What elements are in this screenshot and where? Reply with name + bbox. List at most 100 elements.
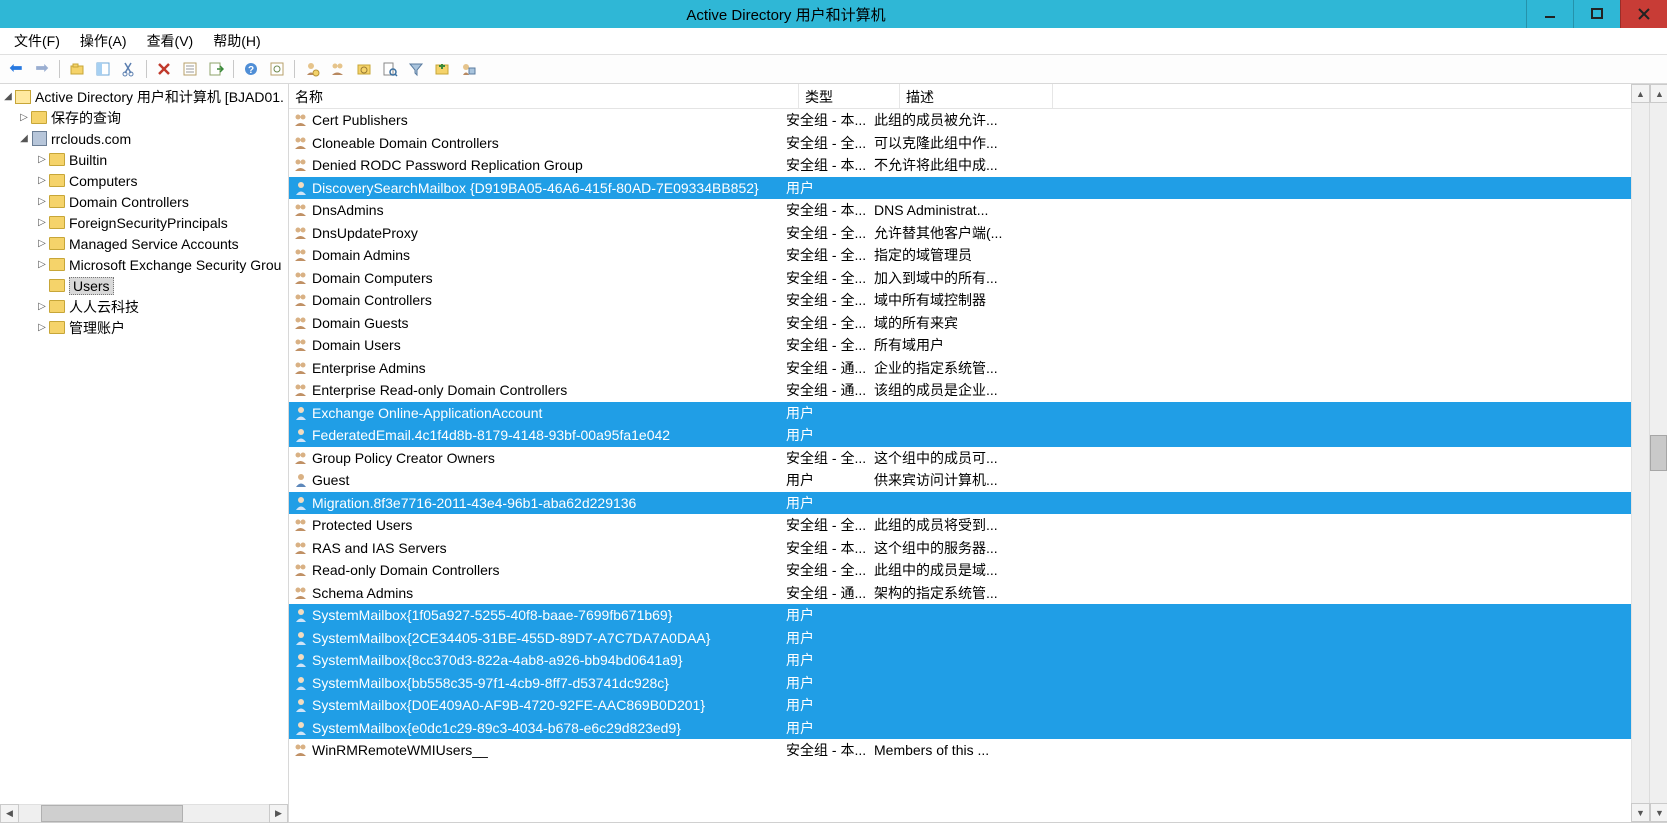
tree-domain-controllers[interactable]: ▷ Domain Controllers — [0, 191, 288, 212]
nav-back-button[interactable]: ⬅ — [4, 57, 28, 81]
list-row[interactable]: SystemMailbox{e0dc1c29-89c3-4034-b678-e6… — [289, 717, 1631, 740]
tree-builtin[interactable]: ▷ Builtin — [0, 149, 288, 170]
new-group-button[interactable] — [326, 57, 350, 81]
collapse-icon[interactable]: ◢ — [18, 133, 30, 144]
list-row[interactable]: DiscoverySearchMailbox {D919BA05-46A6-41… — [289, 177, 1631, 200]
list-row[interactable]: SystemMailbox{bb558c35-97f1-4cb9-8ff7-d5… — [289, 672, 1631, 695]
list-row[interactable]: Read-only Domain Controllers安全组 - 全...此组… — [289, 559, 1631, 582]
console-tree[interactable]: ◢ Active Directory 用户和计算机 [BJAD01. ▷ 保存的… — [0, 84, 288, 804]
scroll-left-button[interactable]: ◀ — [0, 804, 19, 823]
expand-icon[interactable]: ▷ — [36, 217, 48, 228]
menu-view[interactable]: 查看(V) — [139, 29, 202, 53]
list-row[interactable]: RAS and IAS Servers安全组 - 本...这个组中的服务器... — [289, 537, 1631, 560]
folder-icon — [49, 152, 65, 168]
export-list-button[interactable] — [204, 57, 228, 81]
expand-icon[interactable]: ▷ — [36, 259, 48, 270]
scroll-right-button[interactable]: ▶ — [269, 804, 288, 823]
member-of-button[interactable] — [456, 57, 480, 81]
find-button[interactable] — [378, 57, 402, 81]
list-rows[interactable]: Cert Publishers安全组 - 本...此组的成员被允许...Clon… — [289, 109, 1631, 822]
scroll-down-button[interactable]: ▼ — [1650, 803, 1667, 822]
list-row[interactable]: Domain Users安全组 - 全...所有域用户 — [289, 334, 1631, 357]
list-row[interactable]: Enterprise Read-only Domain Controllers安… — [289, 379, 1631, 402]
list-row[interactable]: Protected Users安全组 - 全...此组的成员将受到... — [289, 514, 1631, 537]
column-header-name[interactable]: 名称 — [289, 84, 799, 108]
list-row[interactable]: Domain Guests安全组 - 全...域的所有来宾 — [289, 312, 1631, 335]
list-row[interactable]: DnsUpdateProxy安全组 - 全...允许替其他客户端(... — [289, 222, 1631, 245]
up-level-button[interactable] — [65, 57, 89, 81]
filter-button[interactable] — [404, 57, 428, 81]
show-hide-console-tree-button[interactable] — [91, 57, 115, 81]
cut-button[interactable] — [117, 57, 141, 81]
outer-vertical-scrollbar[interactable]: ▲ ▼ — [1649, 84, 1667, 822]
scroll-thumb[interactable] — [41, 805, 183, 822]
list-row[interactable]: Domain Controllers安全组 - 全...域中所有域控制器 — [289, 289, 1631, 312]
tree-root[interactable]: ◢ Active Directory 用户和计算机 [BJAD01. — [0, 86, 288, 107]
list-row[interactable]: Cert Publishers安全组 - 本...此组的成员被允许... — [289, 109, 1631, 132]
scroll-down-button[interactable]: ▼ — [1631, 803, 1650, 822]
tree-renren[interactable]: ▷ 人人云科技 — [0, 296, 288, 317]
tree-users[interactable]: ▷ Users — [0, 275, 288, 296]
nav-forward-button[interactable]: ➡ — [30, 57, 54, 81]
window-close-button[interactable] — [1620, 0, 1667, 28]
tree-mesg[interactable]: ▷ Microsoft Exchange Security Grou — [0, 254, 288, 275]
refresh-button[interactable] — [265, 57, 289, 81]
scroll-up-button[interactable]: ▲ — [1631, 84, 1650, 103]
group-icon — [293, 742, 309, 758]
folder-icon — [31, 110, 47, 126]
expand-icon[interactable]: ▷ — [18, 112, 30, 123]
scroll-thumb[interactable] — [1650, 435, 1667, 471]
tree-guanli[interactable]: ▷ 管理账户 — [0, 317, 288, 338]
window-minimize-button[interactable] — [1526, 0, 1573, 28]
list-row[interactable]: Cloneable Domain Controllers安全组 - 全...可以… — [289, 132, 1631, 155]
help-button[interactable]: ? — [239, 57, 263, 81]
collapse-icon[interactable]: ◢ — [2, 91, 14, 102]
expand-icon[interactable]: ▷ — [36, 322, 48, 333]
menu-help[interactable]: 帮助(H) — [205, 29, 268, 53]
list-row[interactable]: FederatedEmail.4c1f4d8b-8179-4148-93bf-0… — [289, 424, 1631, 447]
new-ou-button[interactable] — [352, 57, 376, 81]
expand-icon[interactable]: ▷ — [36, 301, 48, 312]
list-row[interactable]: Schema Admins安全组 - 通...架构的指定系统管... — [289, 582, 1631, 605]
list-vertical-scrollbar[interactable]: ▲ ▼ — [1631, 84, 1649, 822]
list-row[interactable]: SystemMailbox{1f05a927-5255-40f8-baae-76… — [289, 604, 1631, 627]
list-row[interactable]: Enterprise Admins安全组 - 通...企业的指定系统管... — [289, 357, 1631, 380]
scroll-track[interactable] — [1650, 103, 1667, 803]
expand-icon[interactable]: ▷ — [36, 154, 48, 165]
scroll-track[interactable] — [19, 805, 269, 822]
row-name: DiscoverySearchMailbox {D919BA05-46A6-41… — [312, 180, 786, 196]
list-row[interactable]: SystemMailbox{D0E409A0-AF9B-4720-92FE-AA… — [289, 694, 1631, 717]
menu-action[interactable]: 操作(A) — [72, 29, 135, 53]
tree-horizontal-scrollbar[interactable]: ◀ ▶ — [0, 804, 288, 822]
menu-file[interactable]: 文件(F) — [6, 29, 68, 53]
expand-icon[interactable]: ▷ — [36, 238, 48, 249]
list-row[interactable]: Domain Computers安全组 - 全...加入到域中的所有... — [289, 267, 1631, 290]
expand-icon[interactable]: ▷ — [36, 196, 48, 207]
properties-button[interactable] — [178, 57, 202, 81]
window-maximize-button[interactable] — [1573, 0, 1620, 28]
tree-domain[interactable]: ◢ rrclouds.com — [0, 128, 288, 149]
tree-saved-queries[interactable]: ▷ 保存的查询 — [0, 107, 288, 128]
list-row[interactable]: SystemMailbox{8cc370d3-822a-4ab8-a926-bb… — [289, 649, 1631, 672]
new-user-button[interactable] — [300, 57, 324, 81]
add-criteria-button[interactable] — [430, 57, 454, 81]
title-bar[interactable]: Active Directory 用户和计算机 — [0, 0, 1667, 28]
column-header-desc[interactable]: 描述 — [900, 84, 1053, 108]
list-row[interactable]: Domain Admins安全组 - 全...指定的域管理员 — [289, 244, 1631, 267]
list-row[interactable]: Denied RODC Password Replication Group安全… — [289, 154, 1631, 177]
list-row[interactable]: Exchange Online-ApplicationAccount用户 — [289, 402, 1631, 425]
list-row[interactable]: DnsAdmins安全组 - 本...DNS Administrat... — [289, 199, 1631, 222]
expand-icon[interactable]: ▷ — [36, 175, 48, 186]
scroll-track[interactable] — [1632, 103, 1649, 803]
tree-fsp[interactable]: ▷ ForeignSecurityPrincipals — [0, 212, 288, 233]
scroll-up-button[interactable]: ▲ — [1650, 84, 1667, 103]
list-row[interactable]: Migration.8f3e7716-2011-43e4-96b1-aba62d… — [289, 492, 1631, 515]
list-row[interactable]: Group Policy Creator Owners安全组 - 全...这个组… — [289, 447, 1631, 470]
delete-button[interactable] — [152, 57, 176, 81]
tree-computers[interactable]: ▷ Computers — [0, 170, 288, 191]
column-header-type[interactable]: 类型 — [799, 84, 900, 108]
list-row[interactable]: SystemMailbox{2CE34405-31BE-455D-89D7-A7… — [289, 627, 1631, 650]
list-row[interactable]: WinRMRemoteWMIUsers__安全组 - 本...Members o… — [289, 739, 1631, 762]
tree-msa[interactable]: ▷ Managed Service Accounts — [0, 233, 288, 254]
list-row[interactable]: Guest用户供来宾访问计算机... — [289, 469, 1631, 492]
